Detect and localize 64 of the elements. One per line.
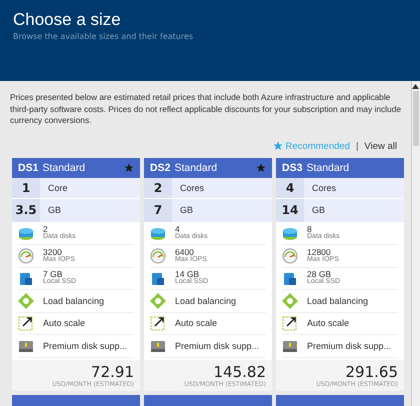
resize-icon (282, 315, 298, 332)
scroll-up-icon[interactable] (412, 84, 419, 89)
price: 145.82 (214, 364, 266, 380)
size-name: DS1 (18, 162, 38, 174)
feature-label: Premium disk supp... (43, 340, 128, 351)
feature-value: 12800 (307, 248, 331, 256)
memory-amount: 7 (144, 198, 172, 222)
feature-value: 28 GB (307, 270, 332, 278)
feature-value: 6400 (175, 248, 194, 256)
feature-value: 4 (175, 225, 180, 234)
memory-unit: GB (311, 204, 326, 217)
feature-label: Auto scale (43, 318, 86, 328)
panel-subtitle: Browse the available sizes and their features (13, 32, 194, 41)
core-count: 1 (12, 178, 40, 198)
memory-amount: 3.5 (12, 198, 40, 222)
feature-value: 2 (43, 225, 48, 234)
disk-stack-icon (18, 225, 34, 242)
view-all-link[interactable]: View all (364, 140, 397, 152)
price: 291.65 (346, 364, 398, 380)
network-icon (150, 292, 166, 309)
memory-unit: GB (47, 204, 62, 217)
disk-stack-icon (282, 225, 298, 242)
star-icon (256, 162, 266, 172)
tier-label: Standard (306, 162, 350, 174)
feature-label: Auto scale (307, 318, 350, 328)
memory-amount: 14 (276, 198, 304, 222)
feature-value: 8 (307, 225, 312, 234)
network-icon (18, 292, 34, 309)
feature-label: Load balancing (43, 296, 104, 306)
core-count: 2 (144, 178, 172, 198)
feature-label: Load balancing (175, 296, 236, 306)
feature-label: Load balancing (307, 296, 368, 306)
drive-icon (150, 270, 166, 286)
gauge-icon (18, 248, 34, 264)
star-icon (272, 141, 283, 151)
panel-title: Choose a size (13, 10, 121, 30)
core-count: 4 (276, 178, 304, 198)
scrollbar[interactable] (411, 81, 420, 406)
resize-icon (150, 315, 166, 332)
core-label: Cores (311, 182, 336, 194)
core-label: Core (47, 182, 68, 194)
core-label: Cores (179, 182, 204, 194)
gauge-icon (282, 248, 298, 264)
star-icon (124, 162, 134, 172)
feature-label: Premium disk supp... (175, 340, 260, 351)
resize-icon (18, 315, 34, 332)
tier-label: Standard (42, 162, 86, 174)
size-name: DS3 (282, 162, 302, 174)
separator: | (356, 140, 358, 152)
feature-value: 3200 (43, 248, 62, 256)
size-name: DS2 (150, 162, 170, 174)
drive-icon (282, 270, 298, 286)
price: 72.91 (91, 364, 134, 380)
drive-icon (18, 270, 34, 286)
feature-label: Auto scale (175, 318, 218, 328)
feature-label: Premium disk supp... (307, 340, 392, 351)
price-notice: Prices presented below are estimated retail prices that include both Azure infrastructure and applicable third-party software costs. Prices do not reflect applicable discounts for your subscription and may include currency conversions. (10, 92, 402, 126)
feature-value: 14 GB (175, 270, 200, 278)
memory-unit: GB (179, 204, 194, 217)
network-icon (282, 292, 298, 309)
disk-stack-icon (150, 225, 166, 242)
feature-value: 7 GB (43, 270, 62, 278)
tier-label: Standard (174, 162, 218, 174)
gauge-icon (150, 248, 166, 264)
